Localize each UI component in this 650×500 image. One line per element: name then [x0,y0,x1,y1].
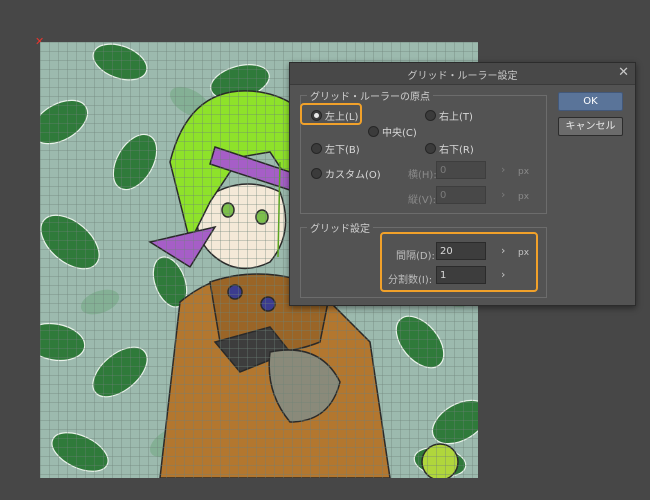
cancel-button[interactable]: キャンセル [558,117,623,136]
radio-selected-icon [311,110,322,121]
radio-top-left-label: 左上(L) [325,112,359,123]
divisions-label: 分割数(I): [388,275,433,286]
radio-icon [368,126,379,137]
radio-center-label: 中央(C) [382,128,417,139]
radio-top-left[interactable]: 左上(L) [311,108,358,123]
interval-unit: px [518,248,530,258]
vertical-label: 縦(V): [408,195,437,206]
radio-bottom-right-label: 右下(R) [439,145,474,156]
vertical-input[interactable]: 0 [436,186,486,204]
radio-icon [425,143,436,154]
interval-label: 間隔(D): [396,251,435,262]
grid-settings-legend: グリッド設定 [310,224,370,235]
dialog-title: グリッド・ルーラー設定 [407,71,518,82]
ok-button[interactable]: OK [558,92,623,111]
horizontal-label: 横(H): [408,170,437,181]
chevron-right-icon[interactable]: › [501,244,505,257]
dialog-titlebar[interactable]: グリッド・ルーラー設定 ✕ [290,63,635,85]
radio-icon [311,168,322,179]
radio-icon [425,110,436,121]
grid-ruler-settings-dialog: グリッド・ルーラー設定 ✕ グリッド・ルーラーの原点 左上(L) 右上(T) 中… [289,62,636,306]
radio-custom[interactable]: カスタム(O) [311,166,381,181]
radio-bottom-right[interactable]: 右下(R) [425,141,474,156]
origin-group-legend: グリッド・ルーラーの原点 [310,92,430,103]
horizontal-input[interactable]: 0 [436,161,486,179]
vertical-unit: px [518,192,530,202]
radio-icon [311,143,322,154]
radio-bottom-left[interactable]: 左下(B) [311,141,360,156]
radio-custom-label: カスタム(O) [325,170,381,181]
radio-bottom-left-label: 左下(B) [325,145,360,156]
close-icon[interactable]: ✕ [618,65,629,80]
radio-center[interactable]: 中央(C) [368,124,417,139]
chevron-right-icon[interactable]: › [501,188,505,201]
horizontal-unit: px [518,167,530,177]
radio-top-right-label: 右上(T) [439,112,473,123]
chevron-right-icon[interactable]: › [501,163,505,176]
radio-top-right[interactable]: 右上(T) [425,108,473,123]
chevron-right-icon[interactable]: › [501,268,505,281]
interval-input[interactable]: 20 [436,242,486,260]
divisions-input[interactable]: 1 [436,266,486,284]
